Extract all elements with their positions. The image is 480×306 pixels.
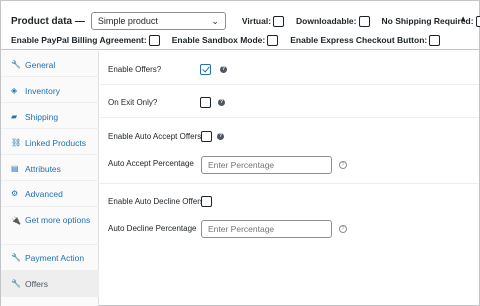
divider (100, 117, 479, 118)
product-type-select[interactable]: Simple product ⌄ (90, 12, 226, 30)
help-icon[interactable]: ? (220, 66, 227, 73)
auto-accept-pct-label: Auto Accept Percentage (108, 159, 194, 168)
auto-accept-label: Enable Auto Accept Offers? (108, 132, 206, 141)
auto-accept-pct-input[interactable] (201, 156, 332, 174)
offers-panel: Enable Offers? ? On Exit Only? ? Enable … (100, 51, 479, 306)
tab-label: Attributes (25, 164, 61, 174)
link-icon: ⛓ (11, 138, 22, 147)
auto-accept-checkbox[interactable] (201, 131, 212, 142)
tab-payment-action[interactable]: 🔧 Payment Action (1, 245, 99, 271)
tab-general[interactable]: 🔧 General (1, 51, 99, 77)
auto-decline-pct-input[interactable] (201, 220, 332, 238)
truck-icon: ▰ (11, 112, 18, 121)
tab-attributes[interactable]: ▤ Attributes (1, 155, 99, 181)
on-exit-only-label: On Exit Only? (108, 98, 158, 107)
tab-label: Inventory (25, 86, 60, 96)
paypal-billing-label: Enable PayPal Billing Agreement: (11, 35, 147, 45)
header-row-2: Enable PayPal Billing Agreement: Enable … (11, 34, 452, 46)
tab-label: Advanced (25, 189, 63, 199)
help-icon[interactable]: ? (217, 133, 224, 140)
sandbox-checkbox[interactable] (267, 34, 279, 46)
tab-shipping[interactable]: ▰ Shipping (1, 103, 99, 129)
tab-label: Linked Products (25, 138, 86, 148)
tab-advanced[interactable]: ⚙ Advanced (1, 181, 99, 207)
tab-offers[interactable]: 🔧 Offers (1, 271, 99, 297)
list-icon: ▤ (11, 164, 19, 173)
help-icon[interactable]: ? (339, 225, 347, 233)
gear-icon: ⚙ (11, 189, 19, 198)
express-checkout-label: Enable Express Checkout Button: (290, 35, 428, 45)
tab-get-more-options[interactable]: 🔌 Get more options (1, 207, 99, 245)
product-type-value: Simple product (97, 16, 158, 26)
tab-label: General (25, 60, 56, 70)
paypal-billing-checkbox[interactable] (148, 34, 160, 46)
tab-label: Shipping (25, 112, 59, 122)
enable-offers-checkbox[interactable] (200, 64, 211, 75)
paypal-billing-option: Enable PayPal Billing Agreement: (11, 34, 160, 46)
auto-decline-checkbox[interactable] (201, 196, 212, 207)
tab-label: Payment Action (25, 253, 85, 263)
chevron-down-icon: ⌄ (211, 16, 219, 26)
tag-icon: ◈ (11, 86, 18, 95)
wrench-icon: 🔧 (11, 253, 21, 262)
virtual-option: Virtual: (241, 15, 285, 27)
product-data-tabs: 🔧 General ◈ Inventory ▰ Shipping ⛓ Linke… (1, 51, 99, 306)
plugin-icon: 🔌 (11, 216, 21, 225)
tab-label: Offers (25, 279, 48, 289)
enable-offers-label: Enable Offers? (108, 65, 162, 74)
sandbox-label: Enable Sandbox Mode: (171, 35, 266, 45)
help-icon[interactable]: ? (339, 161, 347, 169)
no-shipping-checkbox[interactable] (475, 15, 480, 27)
collapse-arrow-icon[interactable]: ▲ (459, 14, 467, 23)
downloadable-checkbox[interactable] (358, 15, 370, 27)
product-data-panel: Product data — Simple product ⌄ Virtual:… (0, 0, 480, 306)
divider (100, 84, 479, 85)
tab-inventory[interactable]: ◈ Inventory (1, 77, 99, 103)
sandbox-option: Enable Sandbox Mode: (171, 34, 279, 46)
help-icon[interactable]: ? (218, 99, 225, 106)
divider (100, 183, 479, 184)
tab-label: Get more options (25, 215, 91, 225)
tab-linked-products[interactable]: ⛓ Linked Products (1, 129, 99, 155)
product-data-header: Product data — Simple product ⌄ Virtual:… (1, 1, 480, 50)
wrench-icon: 🔧 (11, 279, 21, 288)
express-checkout-option: Enable Express Checkout Button: (290, 34, 441, 46)
auto-decline-label: Enable Auto Decline Offers? (108, 197, 209, 206)
panel-title: Product data — (11, 15, 85, 27)
auto-decline-pct-label: Auto Decline Percentage (108, 224, 197, 233)
header-row-1: Product data — Simple product ⌄ Virtual:… (11, 12, 480, 30)
virtual-label: Virtual: (241, 16, 272, 26)
on-exit-only-checkbox[interactable] (200, 97, 211, 108)
express-checkout-checkbox[interactable] (429, 34, 441, 46)
downloadable-label: Downloadable: (296, 16, 357, 26)
downloadable-option: Downloadable: (296, 15, 370, 27)
wrench-icon: 🔧 (11, 60, 21, 69)
virtual-checkbox[interactable] (273, 15, 285, 27)
